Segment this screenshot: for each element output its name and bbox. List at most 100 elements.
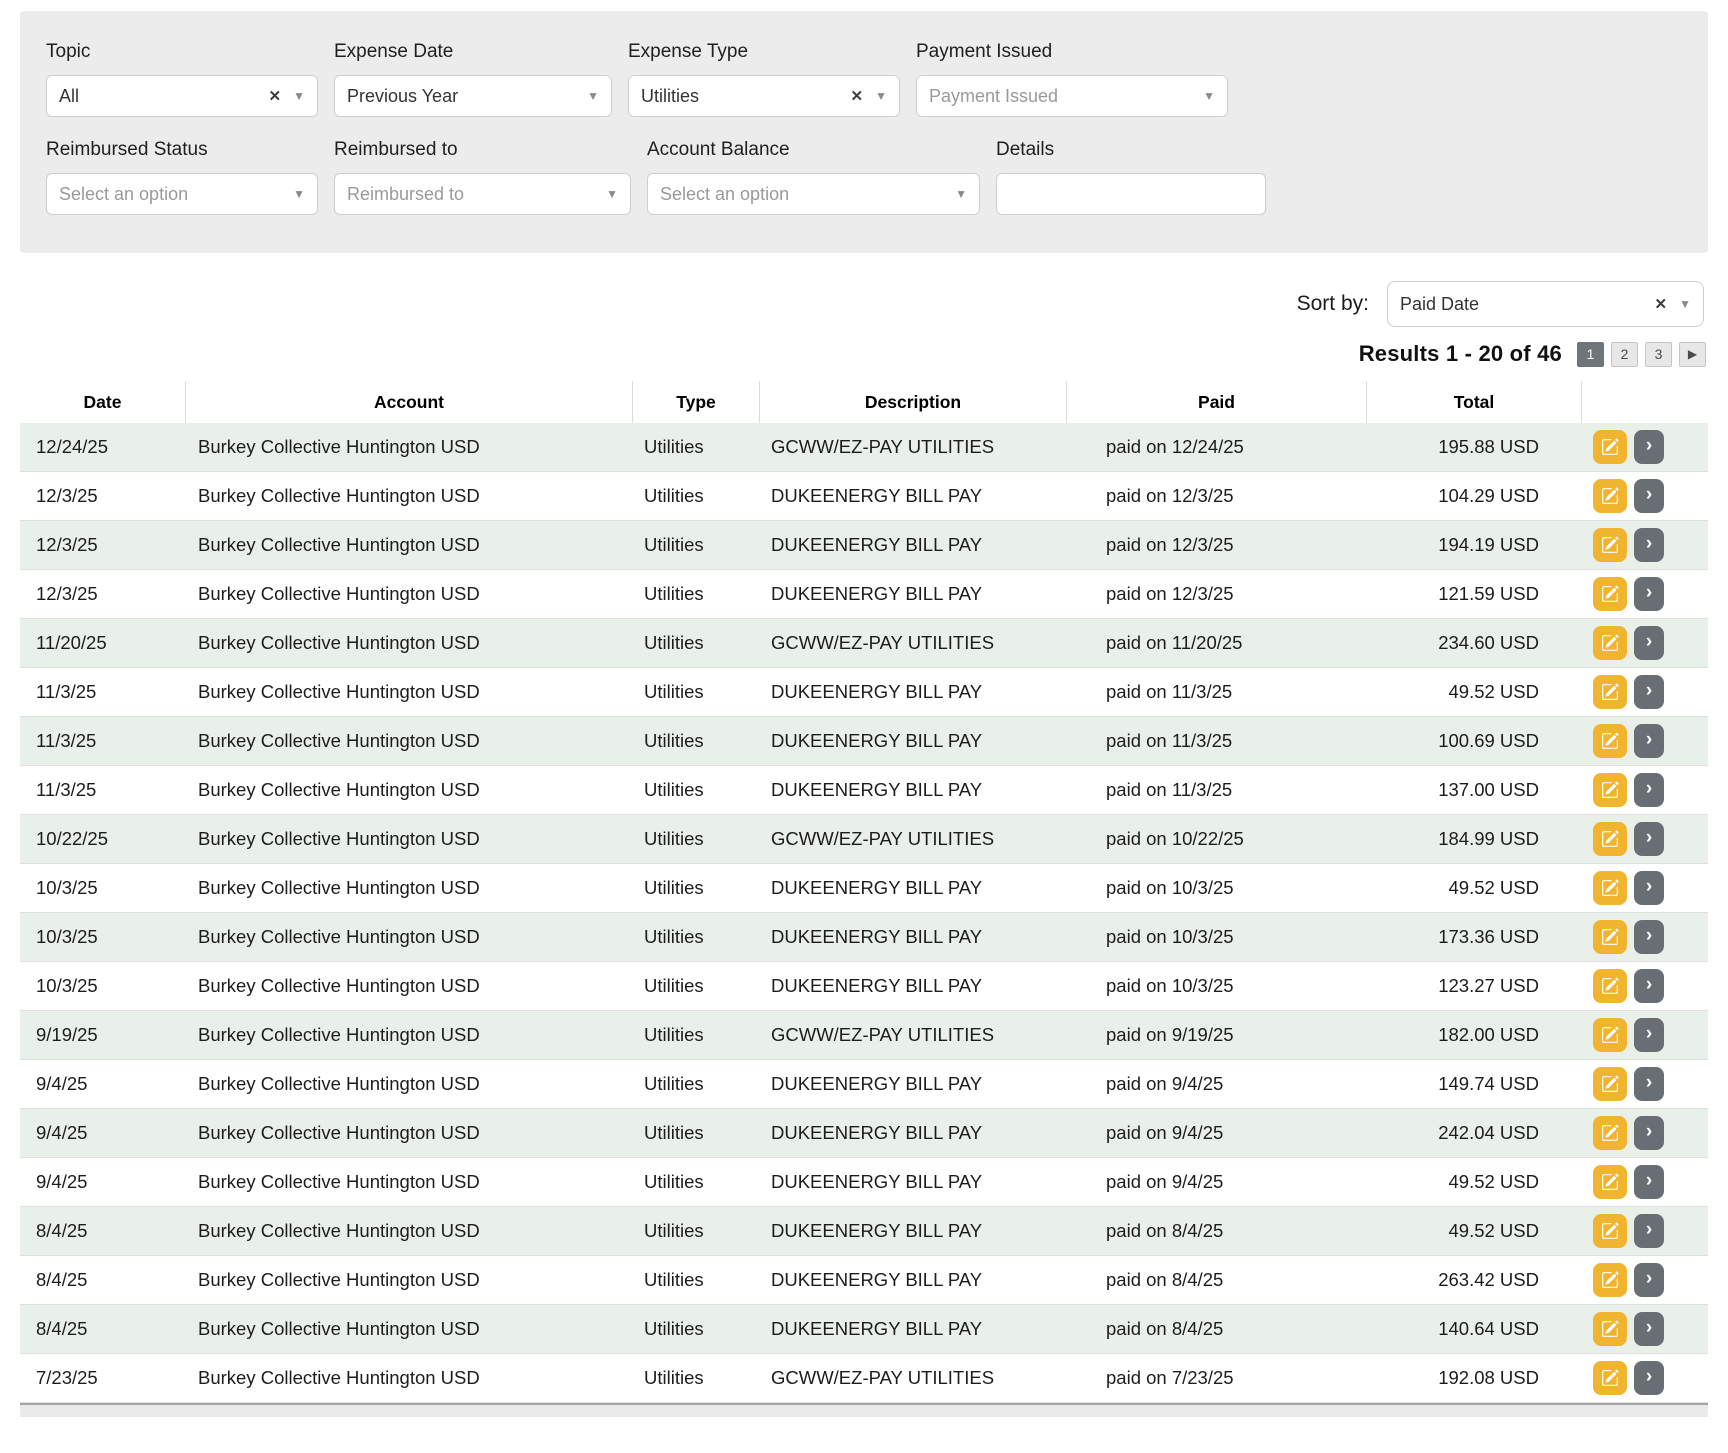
row-detail-chevron-button[interactable]: › (1634, 1165, 1664, 1199)
edit-button[interactable] (1593, 871, 1627, 905)
payment-issued-select[interactable]: Payment Issued ▼ (916, 75, 1228, 117)
row-detail-chevron-button[interactable]: › (1634, 1263, 1664, 1297)
row-detail-chevron-button[interactable]: › (1634, 1361, 1664, 1395)
page-button-3[interactable]: 3 (1645, 342, 1672, 367)
expense-date-select[interactable]: Previous Year ▼ (334, 75, 612, 117)
pencil-square-icon (1601, 536, 1619, 554)
edit-button[interactable] (1593, 1018, 1627, 1052)
edit-button[interactable] (1593, 1165, 1627, 1199)
edit-button[interactable] (1593, 1067, 1627, 1101)
page-button-1[interactable]: 1 (1577, 342, 1604, 367)
table-row[interactable]: 9/19/25 Burkey Collective Huntington USD… (20, 1011, 1708, 1060)
row-detail-chevron-button[interactable]: › (1634, 626, 1664, 660)
edit-button[interactable] (1593, 577, 1627, 611)
expenses-table: Date Account Type Description Paid Total… (20, 381, 1708, 1403)
table-row[interactable]: 12/3/25 Burkey Collective Huntington USD… (20, 570, 1708, 619)
row-detail-chevron-button[interactable]: › (1634, 822, 1664, 856)
table-row[interactable]: 10/3/25 Burkey Collective Huntington USD… (20, 913, 1708, 962)
table-row[interactable]: 7/23/25 Burkey Collective Huntington USD… (20, 1354, 1708, 1403)
page-button-2[interactable]: 2 (1611, 342, 1638, 367)
sort-select[interactable]: Paid Date ✕ ▼ (1387, 281, 1704, 327)
edit-button[interactable] (1593, 822, 1627, 856)
details-input[interactable] (996, 173, 1266, 215)
row-detail-chevron-button[interactable]: › (1634, 969, 1664, 1003)
row-detail-chevron-button[interactable]: › (1634, 479, 1664, 513)
row-detail-chevron-button[interactable]: › (1634, 430, 1664, 464)
cell-description: GCWW/EZ-PAY UTILITIES (759, 1367, 1066, 1389)
clear-icon[interactable]: ✕ (269, 87, 282, 105)
table-row[interactable]: 8/4/25 Burkey Collective Huntington USD … (20, 1305, 1708, 1354)
row-detail-chevron-button[interactable]: › (1634, 528, 1664, 562)
table-row[interactable]: 10/3/25 Burkey Collective Huntington USD… (20, 864, 1708, 913)
row-detail-chevron-button[interactable]: › (1634, 871, 1664, 905)
row-detail-chevron-button[interactable]: › (1634, 920, 1664, 954)
table-row[interactable]: 11/20/25 Burkey Collective Huntington US… (20, 619, 1708, 668)
chevron-right-icon: › (1646, 1072, 1652, 1094)
edit-button[interactable] (1593, 1312, 1627, 1346)
cell-total: 195.88 USD (1366, 436, 1581, 458)
cell-paid: paid on 7/23/25 (1066, 1367, 1366, 1389)
cell-account: Burkey Collective Huntington USD (185, 1122, 632, 1144)
table-row[interactable]: 11/3/25 Burkey Collective Huntington USD… (20, 717, 1708, 766)
cell-total: 242.04 USD (1366, 1122, 1581, 1144)
table-row[interactable]: 8/4/25 Burkey Collective Huntington USD … (20, 1256, 1708, 1305)
edit-button[interactable] (1593, 773, 1627, 807)
row-detail-chevron-button[interactable]: › (1634, 1214, 1664, 1248)
edit-button[interactable] (1593, 1263, 1627, 1297)
row-detail-chevron-button[interactable]: › (1634, 773, 1664, 807)
cell-date: 12/3/25 (20, 583, 185, 605)
edit-button[interactable] (1593, 969, 1627, 1003)
cell-date: 10/22/25 (20, 828, 185, 850)
expense-type-select[interactable]: Utilities ✕ ▼ (628, 75, 900, 117)
cell-type: Utilities (632, 1171, 759, 1193)
edit-button[interactable] (1593, 430, 1627, 464)
table-row[interactable]: 9/4/25 Burkey Collective Huntington USD … (20, 1109, 1708, 1158)
chevron-right-icon: › (1646, 876, 1652, 898)
row-detail-chevron-button[interactable]: › (1634, 1312, 1664, 1346)
edit-button[interactable] (1593, 1116, 1627, 1150)
clear-icon[interactable]: ✕ (851, 87, 864, 105)
row-detail-chevron-button[interactable]: › (1634, 675, 1664, 709)
edit-button[interactable] (1593, 528, 1627, 562)
table-row[interactable]: 12/3/25 Burkey Collective Huntington USD… (20, 472, 1708, 521)
table-row[interactable]: 11/3/25 Burkey Collective Huntington USD… (20, 766, 1708, 815)
row-detail-chevron-button[interactable]: › (1634, 577, 1664, 611)
clear-icon[interactable]: ✕ (1655, 295, 1668, 313)
pencil-square-icon (1601, 732, 1619, 750)
account-balance-select[interactable]: Select an option ▼ (647, 173, 980, 215)
edit-button[interactable] (1593, 479, 1627, 513)
bottom-strip (20, 1403, 1708, 1417)
next-page-button[interactable]: ▶ (1679, 342, 1706, 367)
reimbursed-status-select[interactable]: Select an option ▼ (46, 173, 318, 215)
col-header-actions (1581, 381, 1708, 423)
filter-field: Reimbursed to Reimbursed to ▼ (334, 139, 631, 215)
table-row[interactable]: 12/3/25 Burkey Collective Huntington USD… (20, 521, 1708, 570)
edit-button[interactable] (1593, 724, 1627, 758)
cell-paid: paid on 8/4/25 (1066, 1269, 1366, 1291)
table-row[interactable]: 12/24/25 Burkey Collective Huntington US… (20, 423, 1708, 472)
cell-date: 9/4/25 (20, 1073, 185, 1095)
cell-description: GCWW/EZ-PAY UTILITIES (759, 436, 1066, 458)
table-row[interactable]: 10/3/25 Burkey Collective Huntington USD… (20, 962, 1708, 1011)
cell-account: Burkey Collective Huntington USD (185, 926, 632, 948)
topic-select[interactable]: All ✕ ▼ (46, 75, 318, 117)
row-detail-chevron-button[interactable]: › (1634, 1067, 1664, 1101)
cell-account: Burkey Collective Huntington USD (185, 779, 632, 801)
row-detail-chevron-button[interactable]: › (1634, 724, 1664, 758)
row-detail-chevron-button[interactable]: › (1634, 1116, 1664, 1150)
table-row[interactable]: 8/4/25 Burkey Collective Huntington USD … (20, 1207, 1708, 1256)
table-row[interactable]: 11/3/25 Burkey Collective Huntington USD… (20, 668, 1708, 717)
edit-button[interactable] (1593, 920, 1627, 954)
row-detail-chevron-button[interactable]: › (1634, 1018, 1664, 1052)
table-row[interactable]: 9/4/25 Burkey Collective Huntington USD … (20, 1060, 1708, 1109)
edit-button[interactable] (1593, 626, 1627, 660)
table-row[interactable]: 9/4/25 Burkey Collective Huntington USD … (20, 1158, 1708, 1207)
reimbursed-to-select[interactable]: Reimbursed to ▼ (334, 173, 631, 215)
edit-button[interactable] (1593, 1361, 1627, 1395)
edit-button[interactable] (1593, 675, 1627, 709)
cell-description: GCWW/EZ-PAY UTILITIES (759, 1024, 1066, 1046)
table-row[interactable]: 10/22/25 Burkey Collective Huntington US… (20, 815, 1708, 864)
cell-type: Utilities (632, 1122, 759, 1144)
edit-button[interactable] (1593, 1214, 1627, 1248)
chevron-down-icon: ▼ (1679, 297, 1691, 311)
